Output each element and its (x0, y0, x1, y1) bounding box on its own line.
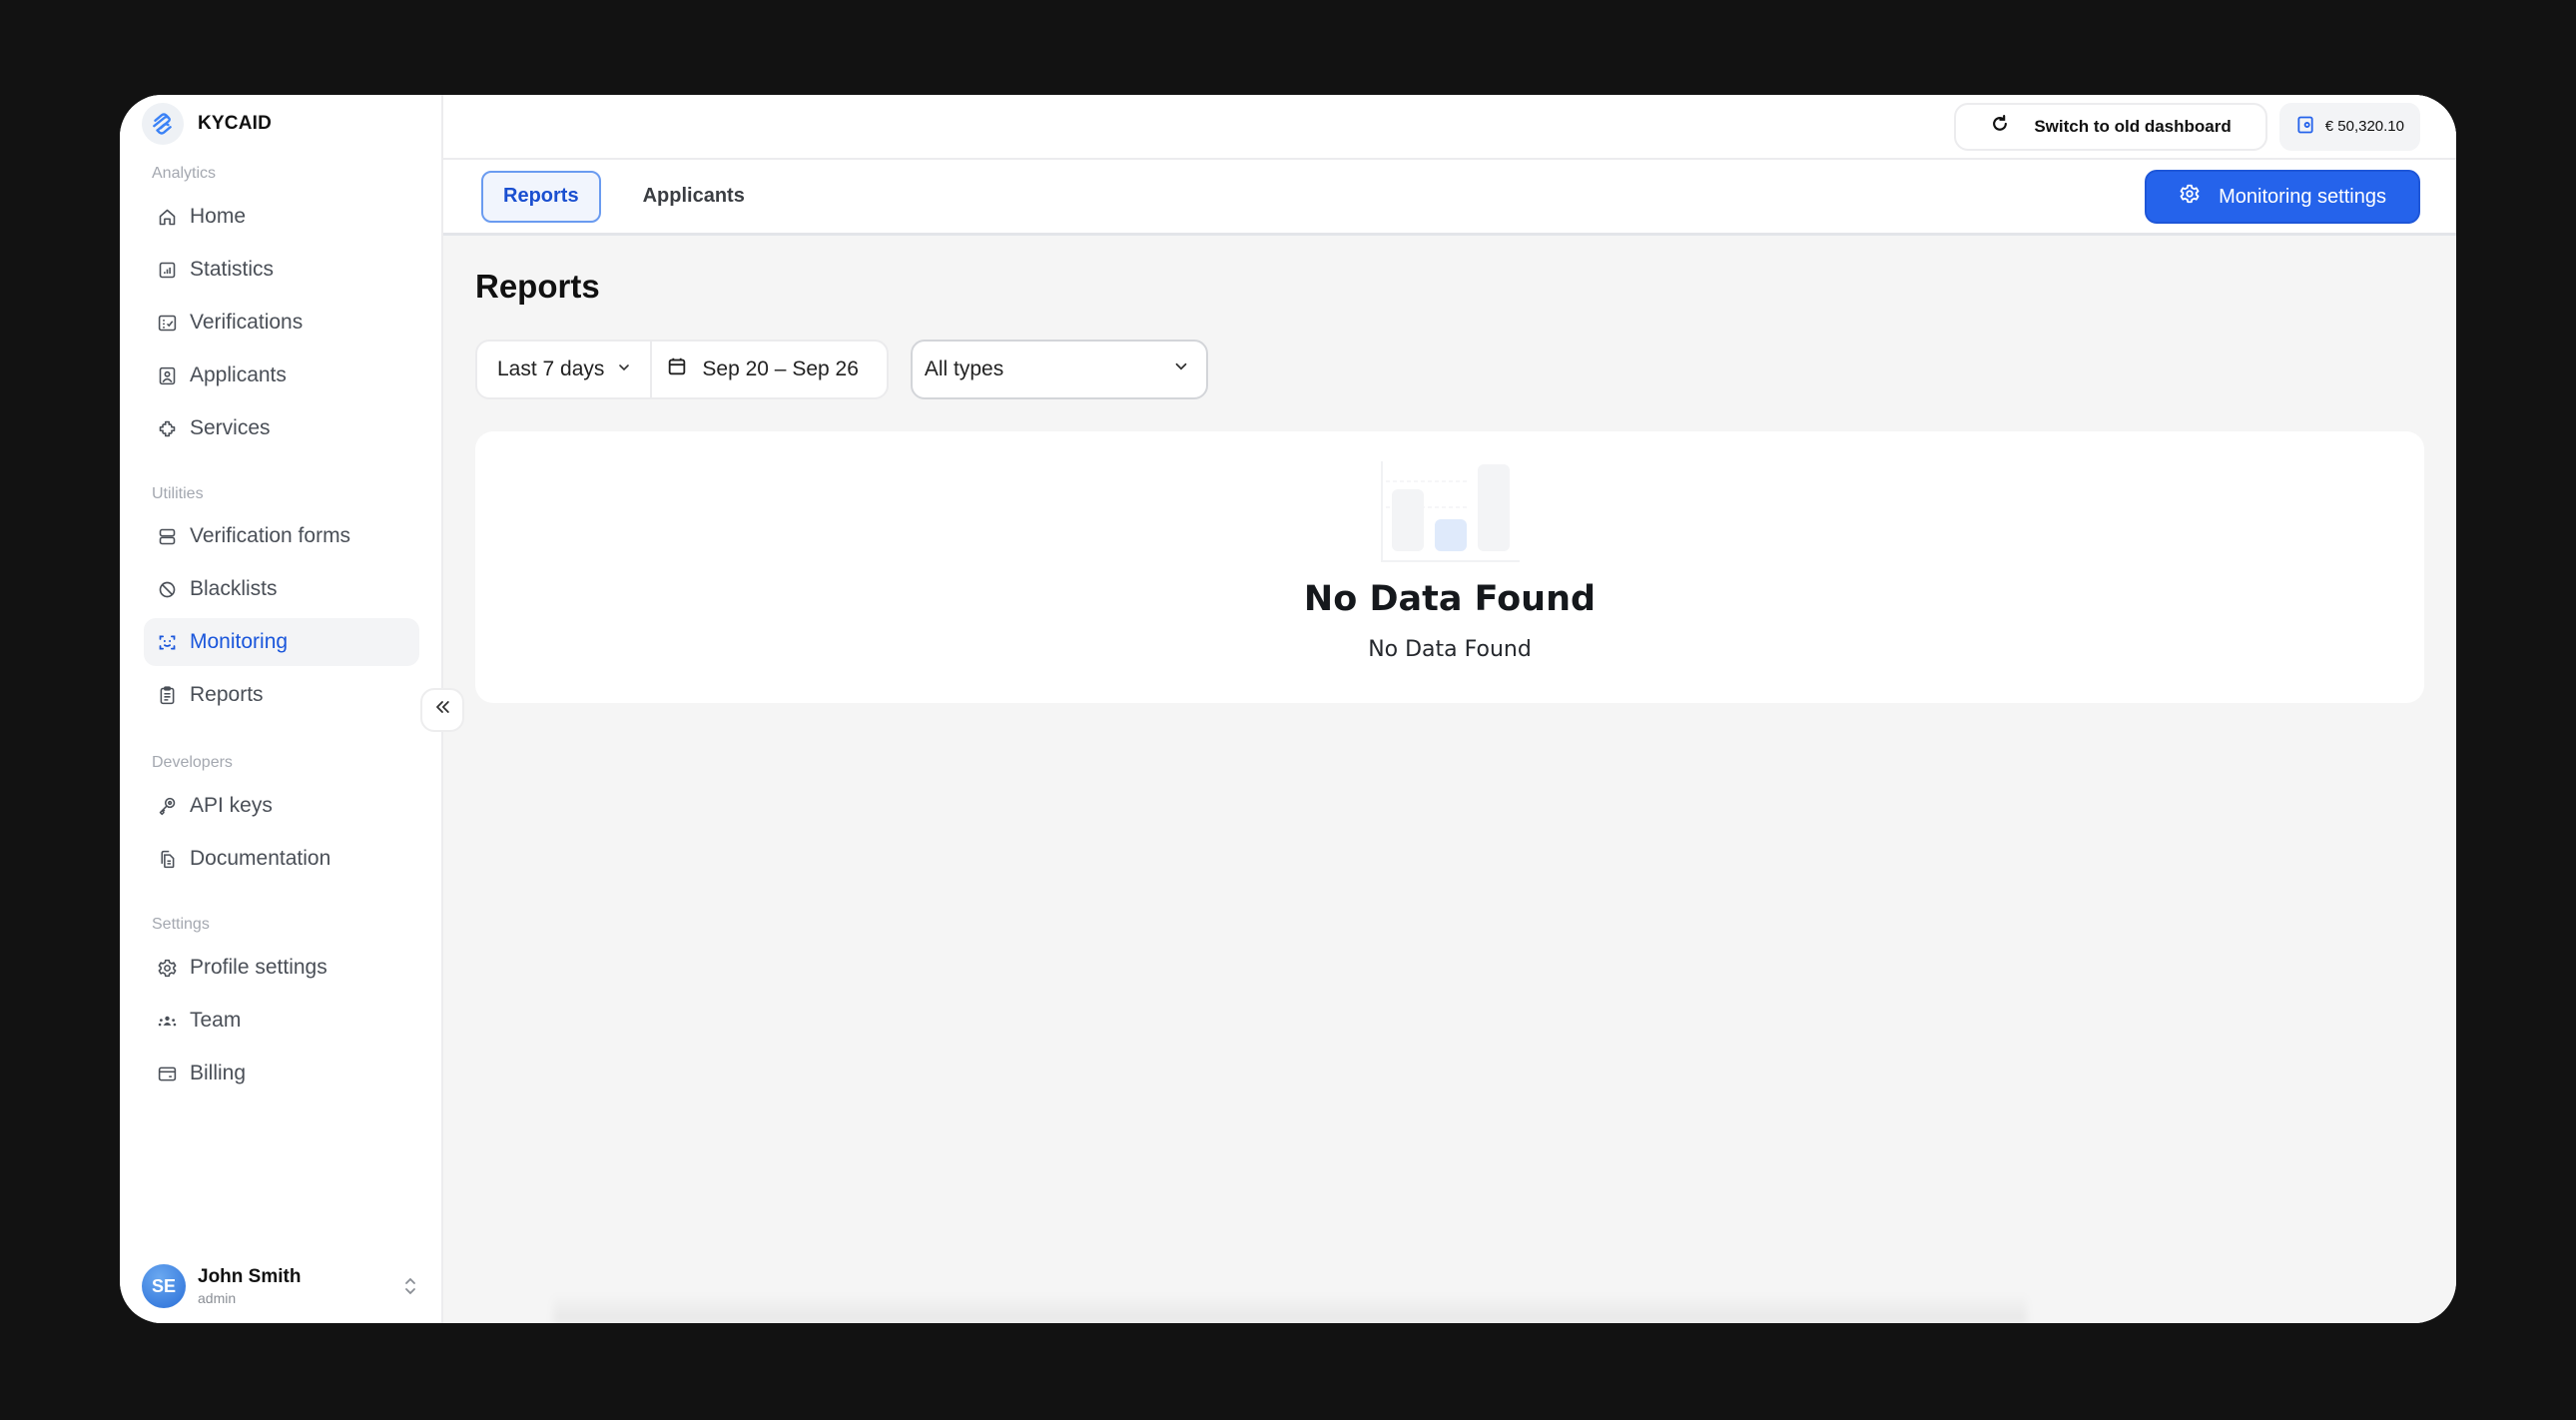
sidebar-item-label: Verification forms (190, 524, 351, 547)
sidebar-item-label: Team (190, 1009, 242, 1032)
sidebar-item-applicants[interactable]: Applicants (144, 352, 419, 399)
filters: Last 7 days Sep 20 – Sep 26 All types (475, 340, 2424, 399)
team-icon (156, 1010, 178, 1032)
brand[interactable]: KYCAID (142, 103, 272, 145)
user-menu[interactable]: SE John Smith admin (142, 1261, 431, 1311)
content: Reports Last 7 days Sep 20 – Sep 26 All … (443, 236, 2456, 735)
monitoring-settings-label: Monitoring settings (2219, 185, 2386, 208)
sidebar-item-reports[interactable]: Reports (144, 671, 419, 719)
statistics-icon (156, 259, 178, 281)
sidebar-item-verification-forms[interactable]: Verification forms (144, 512, 419, 560)
sidebar-item-blacklists[interactable]: Blacklists (144, 565, 419, 613)
section-label-utilities: Utilities (152, 485, 204, 502)
sidebar-item-billing[interactable]: Billing (144, 1050, 419, 1097)
blacklist-icon (156, 578, 178, 600)
empty-state-title: No Data Found (1303, 579, 1597, 619)
range-preset-dropdown[interactable]: Last 7 days (477, 342, 653, 397)
page-title: Reports (475, 268, 600, 305)
sidebar-item-label: Applicants (190, 363, 287, 386)
sidebar: KYCAID Analytics Home Statistics Verific… (120, 95, 464, 1323)
sidebar-item-label: Services (190, 416, 271, 439)
switch-label: Switch to old dashboard (2034, 116, 2232, 136)
top-bar: Switch to old dashboard € 50,320.10 (443, 95, 2456, 160)
sidebar-item-documentation[interactable]: Documentation (144, 835, 419, 883)
double-chevron-left-icon (432, 697, 452, 723)
sidebar-item-label: Profile settings (190, 956, 327, 979)
collapse-sidebar-button[interactable] (420, 688, 464, 732)
section-label-settings: Settings (152, 916, 210, 933)
sidebar-item-label: Home (190, 205, 247, 228)
verifications-icon (156, 312, 178, 334)
gear-icon (2179, 183, 2201, 211)
sidebar-item-verifications[interactable]: Verifications (144, 299, 419, 347)
sidebar-item-team[interactable]: Team (144, 997, 419, 1045)
applicants-icon (156, 364, 178, 386)
type-select[interactable]: All types (910, 340, 1208, 399)
avatar: SE (142, 1264, 186, 1308)
calendar-icon (666, 355, 688, 383)
card-icon (156, 1063, 178, 1084)
face-scan-icon (156, 631, 178, 653)
sidebar-item-label: Documentation (190, 847, 331, 870)
section-label-analytics: Analytics (152, 165, 217, 182)
balance-badge[interactable]: € 50,320.10 (2278, 102, 2420, 151)
home-icon (156, 206, 178, 228)
tab-applicants[interactable]: Applicants (621, 171, 767, 223)
empty-state-subtitle: No Data Found (1368, 637, 1532, 662)
tab-bar: Reports Applicants Monitoring settings (443, 160, 2456, 236)
chevron-up-down-icon[interactable] (403, 1275, 417, 1297)
sidebar-item-label: API keys (190, 794, 273, 817)
monitoring-settings-button[interactable]: Monitoring settings (2145, 170, 2420, 224)
brand-name: KYCAID (198, 113, 273, 134)
user-name: John Smith (198, 1266, 302, 1287)
balance-value: € 50,320.10 (2324, 118, 2404, 135)
switch-to-old-dashboard-button[interactable]: Switch to old dashboard (1954, 102, 2267, 151)
sidebar-item-label: Blacklists (190, 577, 278, 600)
sidebar-item-label: Billing (190, 1062, 247, 1084)
date-range-button[interactable]: Sep 20 – Sep 26 (652, 342, 886, 397)
tab-reports[interactable]: Reports (481, 170, 601, 223)
sidebar-item-services[interactable]: Services (144, 404, 419, 452)
key-icon (156, 795, 178, 817)
app-window: KYCAID Analytics Home Statistics Verific… (120, 95, 2456, 1323)
chevron-down-icon (1172, 357, 1190, 381)
section-label-developers: Developers (152, 754, 233, 771)
forms-icon (156, 525, 178, 547)
user-role: admin (198, 1290, 237, 1306)
sidebar-item-profile-settings[interactable]: Profile settings (144, 944, 419, 992)
main-area: Switch to old dashboard € 50,320.10 Repo… (443, 95, 2456, 1323)
sidebar-item-label: Verifications (190, 311, 304, 334)
sidebar-item-monitoring[interactable]: Monitoring (144, 618, 419, 666)
documents-icon (156, 848, 178, 870)
kycaid-logo-icon (142, 103, 184, 145)
date-range-picker: Last 7 days Sep 20 – Sep 26 (475, 340, 889, 399)
bottom-shadow (553, 1293, 2027, 1323)
sidebar-item-label: Statistics (190, 258, 275, 281)
chevron-down-icon (616, 357, 632, 381)
range-preset-value: Last 7 days (497, 357, 605, 380)
empty-chart-illustration-icon (1381, 461, 1520, 562)
sidebar-item-api-keys[interactable]: API keys (144, 782, 419, 830)
sidebar-item-home[interactable]: Home (144, 193, 419, 241)
clipboard-icon (156, 684, 178, 706)
wallet-icon (2295, 115, 2315, 139)
services-icon (156, 417, 178, 439)
gear-icon (156, 957, 178, 979)
sidebar-item-label: Reports (190, 683, 264, 706)
type-select-value: All types (924, 357, 1004, 380)
date-range-value: Sep 20 – Sep 26 (702, 357, 859, 380)
sidebar-item-statistics[interactable]: Statistics (144, 246, 419, 294)
empty-state-card: No Data Found No Data Found (475, 431, 2424, 703)
refresh-icon (1990, 114, 2010, 139)
sidebar-item-label: Monitoring (190, 630, 289, 653)
